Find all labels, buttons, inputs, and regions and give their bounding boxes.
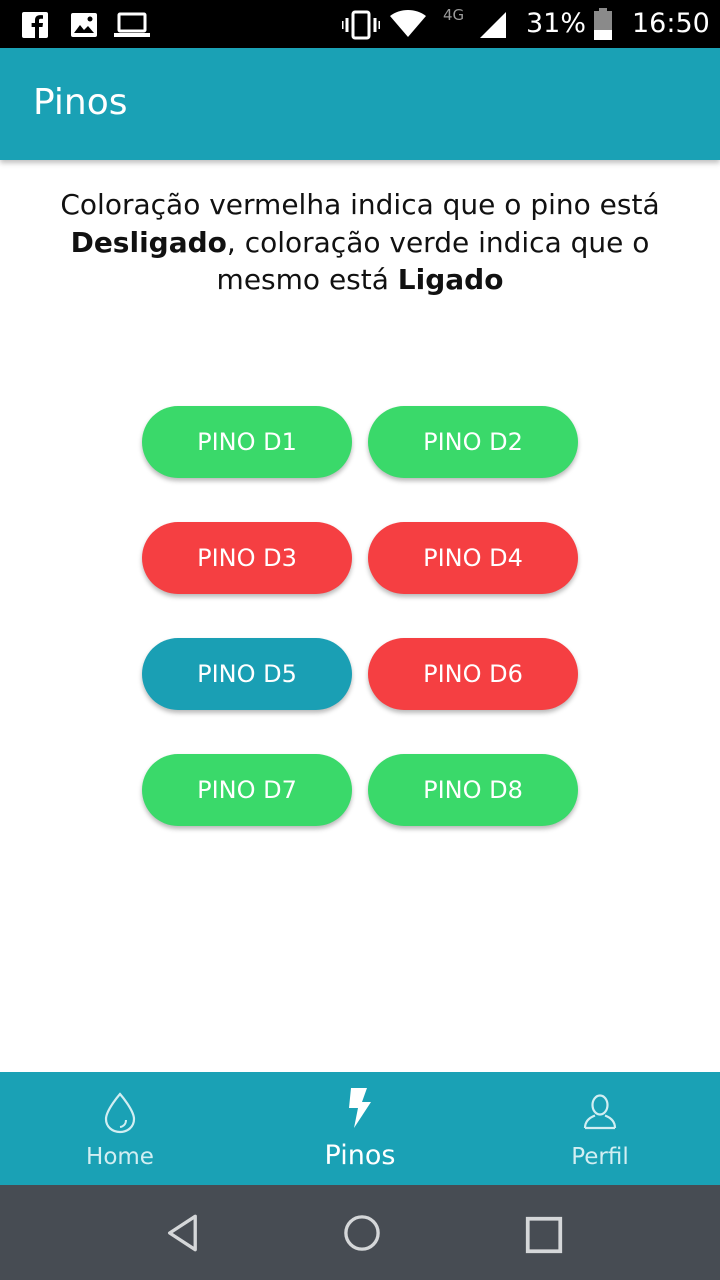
description-line1: Coloração vermelha indica que o pino est… xyxy=(60,188,660,221)
system-navigation-bar xyxy=(0,1185,720,1280)
nav-label-pinos: Pinos xyxy=(324,1140,396,1171)
vibrate-icon xyxy=(342,10,380,40)
recents-icon[interactable] xyxy=(524,1215,564,1255)
wifi-icon xyxy=(390,10,426,37)
bottom-navigation: Home Pinos Perfil xyxy=(0,1072,720,1185)
pin-d6-button[interactable]: PINO D6 xyxy=(368,638,578,710)
clock: 16:50 xyxy=(632,8,710,39)
back-icon[interactable] xyxy=(163,1213,203,1253)
description-bold-off: Desligado xyxy=(70,225,227,259)
nav-label-home: Home xyxy=(86,1144,154,1170)
water-drop-icon xyxy=(104,1092,136,1134)
legend-description: Coloração vermelha indica que o pino est… xyxy=(30,186,690,299)
nav-item-home[interactable]: Home xyxy=(0,1072,240,1185)
person-icon xyxy=(583,1094,617,1130)
page-title: Pinos xyxy=(33,82,128,123)
pin-d1-button[interactable]: PINO D1 xyxy=(142,406,352,478)
description-line3: mesmo está xyxy=(216,263,398,296)
facebook-icon xyxy=(22,12,48,38)
description-line2: , coloração verde indica que o xyxy=(226,225,650,259)
network-type: 4G xyxy=(443,6,465,24)
status-bar: 4G 31% 16:50 xyxy=(0,0,720,48)
pin-d3-button[interactable]: PINO D3 xyxy=(142,522,352,594)
nav-item-pinos[interactable]: Pinos xyxy=(240,1072,480,1185)
pin-d2-button[interactable]: PINO D2 xyxy=(368,406,578,478)
pin-d4-button[interactable]: PINO D4 xyxy=(368,522,578,594)
battery-icon xyxy=(594,8,612,40)
home-circle-icon[interactable] xyxy=(342,1213,382,1253)
lightning-icon xyxy=(349,1088,371,1128)
nav-label-perfil: Perfil xyxy=(571,1144,629,1170)
pin-d8-button[interactable]: PINO D8 xyxy=(368,754,578,826)
nav-item-perfil[interactable]: Perfil xyxy=(480,1072,720,1185)
pin-d7-button[interactable]: PINO D7 xyxy=(142,754,352,826)
battery-percentage: 31% xyxy=(526,8,587,39)
app-bar: Pinos xyxy=(0,48,720,160)
laptop-icon xyxy=(114,12,150,37)
image-icon xyxy=(71,13,97,37)
signal-icon xyxy=(480,12,506,38)
description-bold-on: Ligado xyxy=(397,263,504,296)
pin-d5-button[interactable]: PINO D5 xyxy=(142,638,352,710)
